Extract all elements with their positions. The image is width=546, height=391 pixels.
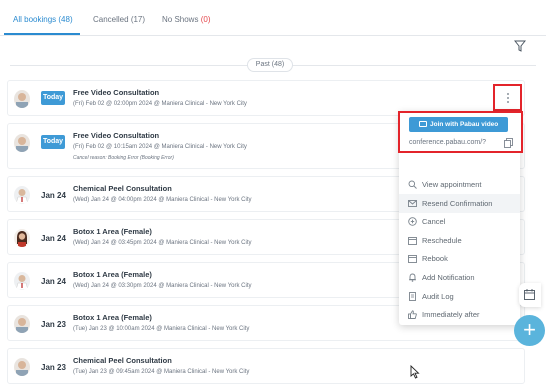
calendar-icon (408, 255, 417, 263)
menu-item-label: Add Notification (422, 273, 475, 282)
booking-date-badge: Today (41, 91, 65, 105)
cancel-circle-icon (408, 217, 417, 226)
add-booking-button[interactable]: + (514, 315, 545, 346)
tab-all-bookings-count: (48) (58, 15, 73, 24)
thumbs-up-icon (408, 310, 417, 319)
side-calendar-tab[interactable] (519, 283, 541, 307)
avatar (14, 90, 30, 108)
join-video-label: Join with Pabau video (430, 121, 499, 128)
tab-cancelled-label: Cancelled (93, 15, 129, 24)
menu-item-rebook[interactable]: Rebook (399, 249, 520, 268)
booking-subtitle: (Tue) Jan 23 @ 10:00am 2024 @ Maniera Cl… (73, 326, 250, 332)
tab-cancelled[interactable]: Cancelled (17) (93, 15, 145, 24)
tab-cancelled-count: (17) (130, 15, 146, 24)
booking-subtitle: (Wed) Jan 24 @ 03:45pm 2024 @ Maniera Cl… (73, 240, 252, 246)
booking-date-badge: Today (41, 135, 65, 149)
filter-icon[interactable] (514, 40, 526, 52)
conference-link[interactable]: conference.pabau.com/? (409, 139, 486, 146)
document-icon (409, 292, 416, 301)
booking-title: Chemical Peel Consultation (73, 356, 172, 365)
tab-no-shows-count: (0) (200, 15, 211, 24)
booking-title: Chemical Peel Consultation (73, 184, 172, 193)
booking-title: Free Video Consultation (73, 131, 160, 140)
envelope-icon (408, 200, 417, 207)
cancel-reason: Cancel reason: Booking Error (Booking Er… (73, 155, 174, 161)
booking-subtitle: (Fri) Feb 02 @ 02:00pm 2024 @ Maniera Cl… (73, 101, 247, 107)
search-icon (408, 180, 417, 189)
booking-actions-button[interactable] (493, 84, 522, 111)
booking-date: Jan 24 (41, 191, 66, 200)
menu-item-cancel[interactable]: Cancel (399, 212, 520, 231)
video-join-section: Join with Pabau video conference.pabau.c… (398, 111, 523, 153)
tab-no-shows[interactable]: No Shows (0) (162, 15, 210, 24)
tab-all-bookings[interactable]: All bookings (48) (13, 15, 73, 24)
video-camera-icon (419, 121, 427, 127)
menu-item-label: Audit Log (422, 292, 454, 301)
booking-title: Free Video Consultation (73, 88, 160, 97)
kebab-icon (507, 93, 509, 103)
booking-date: Jan 24 (41, 277, 66, 286)
avatar (14, 229, 30, 247)
booking-date: Jan 23 (41, 320, 66, 329)
booking-date: Jan 23 (41, 363, 66, 372)
active-tab-indicator (4, 33, 80, 35)
booking-title: Botox 1 Area (Female) (73, 270, 152, 279)
bell-icon (409, 273, 416, 282)
menu-item-add-notification[interactable]: Add Notification (399, 268, 520, 287)
menu-item-label: Rebook (422, 254, 448, 263)
menu-item-resend-confirmation[interactable]: Resend Confirmation (399, 194, 520, 213)
menu-item-audit-log[interactable]: Audit Log (399, 287, 520, 306)
avatar (14, 315, 30, 333)
booking-card[interactable]: Jan 23 Chemical Peel Consultation (Tue) … (7, 348, 525, 384)
bookings-tab-bar: All bookings (48) Cancelled (17) No Show… (0, 0, 546, 36)
tab-no-shows-label: No Shows (162, 15, 199, 24)
avatar (14, 186, 30, 204)
avatar (14, 272, 30, 290)
menu-item-view-appointment[interactable]: View appointment (399, 175, 520, 194)
menu-item-immediately-after[interactable]: Immediately after (399, 305, 520, 324)
menu-item-label: Reschedule (422, 236, 462, 245)
calendar-icon (408, 237, 417, 245)
booking-subtitle: (Wed) Jan 24 @ 03:30pm 2024 @ Maniera Cl… (73, 283, 252, 289)
booking-subtitle: (Wed) Jan 24 @ 04:00pm 2024 @ Maniera Cl… (73, 197, 252, 203)
tab-all-bookings-label: All bookings (13, 15, 57, 24)
past-count-pill: Past (48) (247, 58, 293, 72)
menu-item-label: Resend Confirmation (422, 199, 493, 208)
menu-item-label: Immediately after (422, 310, 480, 319)
booking-title: Botox 1 Area (Female) (73, 227, 152, 236)
menu-item-reschedule[interactable]: Reschedule (399, 231, 520, 250)
menu-item-label: Cancel (422, 217, 446, 226)
booking-subtitle: (Tue) Jan 23 @ 09:45am 2024 @ Maniera Cl… (73, 369, 250, 375)
copy-icon[interactable] (504, 138, 513, 148)
join-video-button[interactable]: Join with Pabau video (409, 117, 508, 132)
past-divider: Past (48) (0, 58, 546, 72)
booking-subtitle: (Fri) Feb 02 @ 10:15am 2024 @ Maniera Cl… (73, 144, 247, 150)
avatar (14, 134, 30, 152)
calendar-icon (524, 289, 535, 300)
booking-title: Botox 1 Area (Female) (73, 313, 152, 322)
booking-date: Jan 24 (41, 234, 66, 243)
mouse-cursor-icon (410, 365, 420, 379)
avatar (14, 358, 30, 376)
menu-item-label: View appointment (422, 180, 482, 189)
